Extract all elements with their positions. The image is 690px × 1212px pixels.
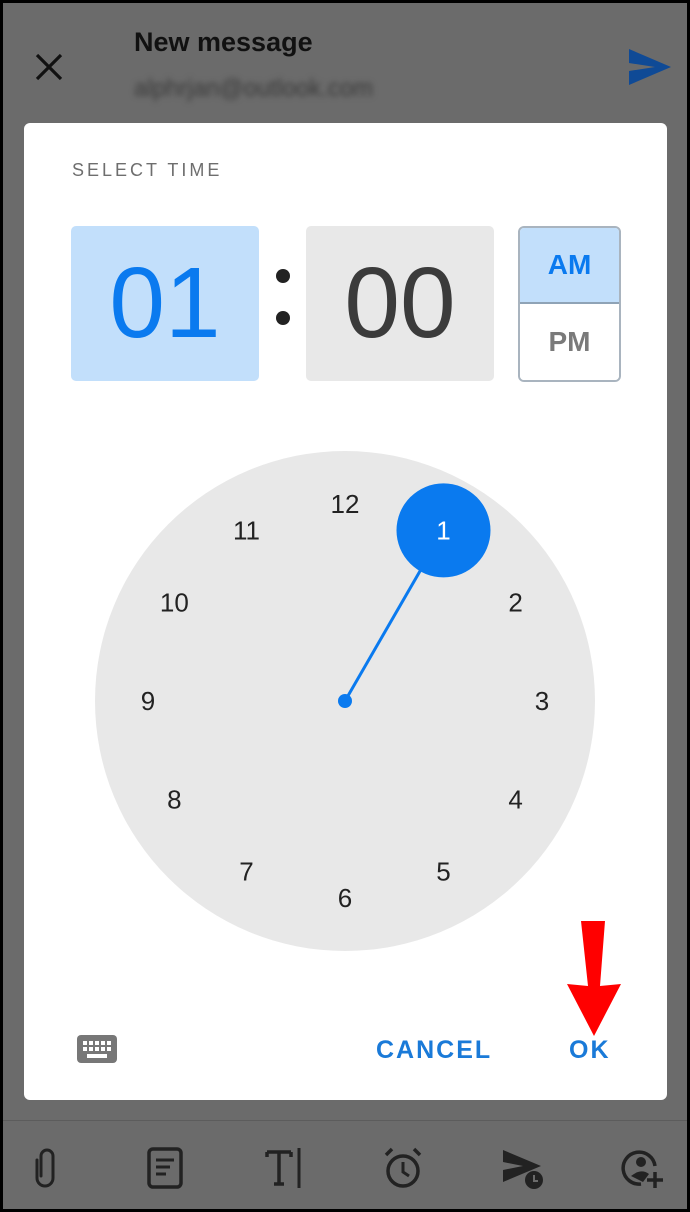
am-pm-toggle: AM PM [518,226,621,382]
reminder-alarm-icon[interactable] [381,1146,425,1190]
screen: New message alphrjan@outlook.com SELECT … [3,3,687,1209]
text-format-icon[interactable] [263,1146,307,1190]
pm-option[interactable]: PM [520,304,619,380]
clock-number-2[interactable]: 2 [508,588,522,618]
dialog-title: SELECT TIME [72,160,223,180]
ok-button[interactable]: OK [569,1036,611,1065]
minute-field[interactable]: 00 [306,226,494,381]
keyboard-icon[interactable] [76,1034,118,1064]
cancel-button[interactable]: CANCEL [376,1036,492,1065]
time-picker-dialog: SELECT TIME 01 00 AM PM 12 1 2 3 4 5 6 7 8 9 10 11 … [24,123,667,1100]
clock-number-11[interactable]: 11 [233,515,260,545]
template-icon[interactable] [143,1146,187,1190]
clock-number-8[interactable]: 8 [167,785,181,815]
clock-number-9[interactable]: 9 [141,686,155,716]
schedule-send-icon[interactable] [501,1146,545,1190]
sender-account: alphrjan@outlook.com [134,75,374,102]
clock-number-7[interactable]: 7 [239,857,253,887]
clock-dial[interactable]: 121234567891011 [95,451,595,951]
send-icon[interactable] [627,47,673,87]
clock-number-12[interactable]: 12 [331,489,360,519]
am-option[interactable]: AM [520,228,619,304]
attach-icon[interactable] [25,1146,69,1190]
clock-number-6[interactable]: 6 [338,883,352,913]
compose-toolbar [3,1120,687,1209]
clock-number-1[interactable]: 1 [436,515,450,545]
add-contact-icon[interactable] [621,1146,665,1190]
compose-title: New message [134,27,313,57]
time-separator [267,261,297,341]
clock-number-3[interactable]: 3 [535,686,549,716]
clock-center-dot [338,694,352,708]
hour-field[interactable]: 01 [71,226,259,381]
clock-number-5[interactable]: 5 [436,857,450,887]
clock-number-4[interactable]: 4 [508,785,522,815]
close-icon[interactable] [31,49,67,85]
red-arrow-annotation [567,921,621,1036]
clock-number-10[interactable]: 10 [160,588,189,618]
